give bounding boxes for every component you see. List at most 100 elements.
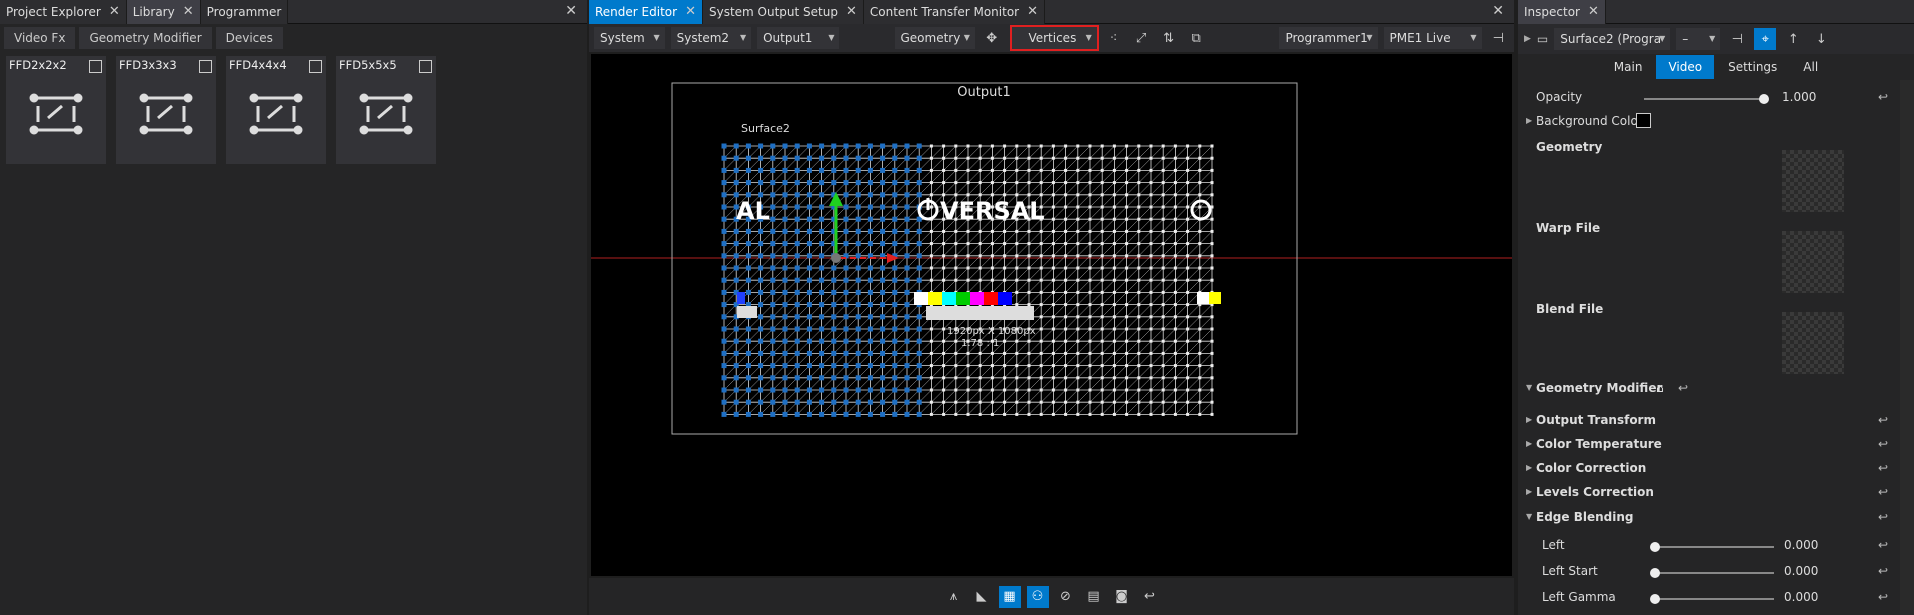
selected-vertex[interactable]: [770, 302, 776, 308]
vertex[interactable]: [1149, 217, 1153, 221]
vertex[interactable]: [1125, 315, 1129, 319]
selected-vertex[interactable]: [733, 180, 739, 186]
selected-vertex[interactable]: [831, 302, 837, 308]
vertex[interactable]: [1076, 278, 1080, 282]
system2-dropdown[interactable]: System2 ▼: [670, 27, 752, 49]
vertex[interactable]: [1210, 193, 1214, 197]
vertex[interactable]: [1173, 278, 1177, 282]
selected-vertex[interactable]: [880, 204, 886, 210]
vertex[interactable]: [1039, 339, 1043, 343]
vertex[interactable]: [954, 339, 958, 343]
vertex[interactable]: [1100, 315, 1104, 319]
vertex[interactable]: [990, 156, 994, 160]
selected-vertex[interactable]: [721, 192, 727, 198]
selected-vertex[interactable]: [880, 363, 886, 369]
vertex[interactable]: [1198, 339, 1202, 343]
selected-vertex[interactable]: [855, 338, 861, 344]
vertex[interactable]: [954, 388, 958, 392]
selected-vertex[interactable]: [867, 314, 873, 320]
vertex[interactable]: [1137, 303, 1141, 307]
vertex[interactable]: [942, 156, 946, 160]
vertex[interactable]: [1064, 351, 1068, 355]
vertex[interactable]: [1173, 388, 1177, 392]
library-tile-ffd3[interactable]: FFD3x3x3: [116, 56, 216, 164]
selected-vertex[interactable]: [770, 253, 776, 259]
vertex[interactable]: [1125, 181, 1129, 185]
vertex[interactable]: [1173, 168, 1177, 172]
vertex[interactable]: [954, 168, 958, 172]
selected-vertex[interactable]: [745, 265, 751, 271]
selected-vertex[interactable]: [916, 338, 922, 344]
vertex[interactable]: [1003, 229, 1007, 233]
vertex[interactable]: [1125, 303, 1129, 307]
selected-vertex[interactable]: [782, 363, 788, 369]
selected-vertex[interactable]: [745, 350, 751, 356]
selected-vertex[interactable]: [892, 289, 898, 295]
vertex[interactable]: [1100, 217, 1104, 221]
selected-vertex[interactable]: [880, 265, 886, 271]
vertex[interactable]: [1039, 388, 1043, 392]
vertex[interactable]: [1039, 351, 1043, 355]
tab-system-output-setup[interactable]: System Output Setup ✕: [702, 0, 864, 24]
vertex[interactable]: [1112, 168, 1116, 172]
selected-vertex[interactable]: [794, 302, 800, 308]
selected-vertex[interactable]: [843, 289, 849, 295]
selected-vertex[interactable]: [916, 411, 922, 417]
selected-vertex[interactable]: [892, 338, 898, 344]
vertex[interactable]: [1198, 181, 1202, 185]
vertex[interactable]: [1149, 242, 1153, 246]
vertex[interactable]: [1039, 254, 1043, 258]
vertex[interactable]: [990, 266, 994, 270]
selected-vertex[interactable]: [867, 192, 873, 198]
vertex[interactable]: [1088, 327, 1092, 331]
selected-vertex[interactable]: [904, 216, 910, 222]
vertex[interactable]: [1173, 327, 1177, 331]
selected-vertex[interactable]: [855, 302, 861, 308]
reset-icon[interactable]: ↩: [1878, 90, 1888, 104]
selected-vertex[interactable]: [806, 143, 812, 149]
selected-vertex[interactable]: [867, 180, 873, 186]
selected-vertex[interactable]: [782, 155, 788, 161]
vertex[interactable]: [966, 144, 970, 148]
vertex[interactable]: [954, 266, 958, 270]
vertex[interactable]: [1210, 266, 1214, 270]
geometry-thumbnail[interactable]: [1782, 150, 1844, 212]
selected-vertex[interactable]: [733, 265, 739, 271]
selected-vertex[interactable]: [721, 350, 727, 356]
vertex[interactable]: [1210, 242, 1214, 246]
vertex[interactable]: [1051, 266, 1055, 270]
selected-vertex[interactable]: [916, 363, 922, 369]
selected-vertex[interactable]: [867, 350, 873, 356]
vertex[interactable]: [990, 193, 994, 197]
vertex[interactable]: [990, 181, 994, 185]
vertex[interactable]: [1149, 364, 1153, 368]
vertex[interactable]: [966, 278, 970, 282]
vertex[interactable]: [1210, 327, 1214, 331]
selected-vertex[interactable]: [806, 326, 812, 332]
vertex[interactable]: [1027, 376, 1031, 380]
expand-icon[interactable]: ▶: [1526, 487, 1532, 496]
selected-vertex[interactable]: [904, 314, 910, 320]
close-icon[interactable]: ✕: [109, 0, 120, 24]
vertex[interactable]: [1003, 339, 1007, 343]
vertex[interactable]: [1003, 278, 1007, 282]
vertex[interactable]: [1186, 351, 1190, 355]
vertex[interactable]: [1088, 278, 1092, 282]
vertex[interactable]: [1173, 242, 1177, 246]
vertex[interactable]: [1027, 266, 1031, 270]
close-icon[interactable]: ✕: [1492, 3, 1504, 19]
selected-vertex[interactable]: [745, 180, 751, 186]
selected-vertex[interactable]: [794, 338, 800, 344]
selected-vertex[interactable]: [782, 338, 788, 344]
vertex[interactable]: [1198, 168, 1202, 172]
vertex[interactable]: [1112, 278, 1116, 282]
vertex[interactable]: [1100, 388, 1104, 392]
selected-vertex[interactable]: [880, 192, 886, 198]
vertex[interactable]: [1161, 290, 1165, 294]
points-icon[interactable]: ⁖: [1103, 27, 1125, 49]
render-viewport[interactable]: Output1 Surface2 AL VERSAL 1920px X 1080…: [591, 54, 1512, 576]
vertex[interactable]: [1027, 254, 1031, 258]
vertex[interactable]: [1051, 217, 1055, 221]
vertex[interactable]: [942, 242, 946, 246]
selected-vertex[interactable]: [819, 399, 825, 405]
